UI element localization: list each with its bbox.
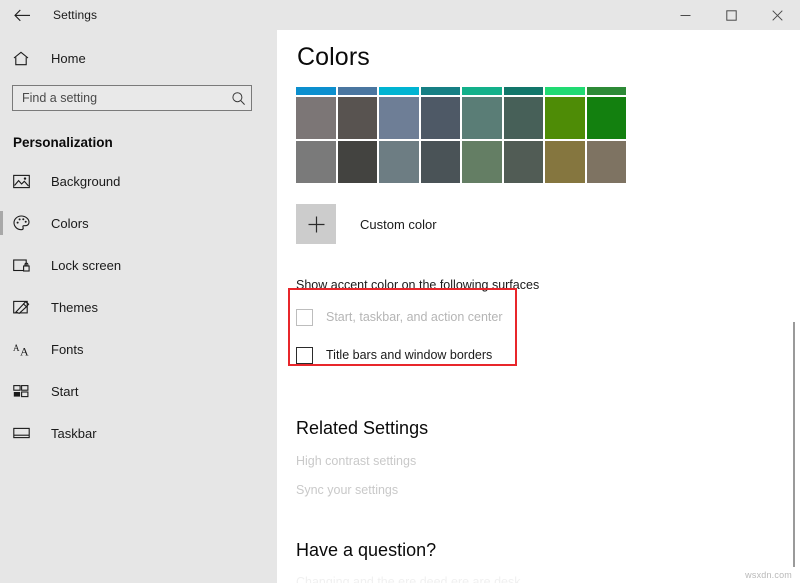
sidebar-item-label: Themes xyxy=(51,300,98,315)
surfaces-label: Show accent color on the following surfa… xyxy=(296,278,800,292)
have-a-question-text: Changing and the ere deed ere are desk xyxy=(296,575,800,583)
sidebar-item-start[interactable]: Start xyxy=(0,378,277,404)
svg-text:A: A xyxy=(13,343,20,353)
sidebar-item-label: Lock screen xyxy=(51,258,121,273)
page-title: Colors xyxy=(297,43,800,72)
sidebar-item-fonts[interactable]: A A Fonts xyxy=(0,336,277,362)
svg-text:A: A xyxy=(20,344,29,357)
sidebar-item-label: Fonts xyxy=(51,342,84,357)
maximize-icon xyxy=(726,10,737,21)
accent-swatch-4[interactable] xyxy=(462,141,502,183)
close-icon xyxy=(772,10,783,21)
maximize-button[interactable] xyxy=(708,0,754,30)
checkbox-start-taskbar xyxy=(296,309,313,326)
accent-strip-swatch-3[interactable] xyxy=(421,87,461,95)
accent-strip-swatch-6[interactable] xyxy=(545,87,585,95)
search-box[interactable] xyxy=(12,85,252,111)
accent-strip-swatch-7[interactable] xyxy=(587,87,627,95)
search-icon[interactable] xyxy=(225,91,251,106)
main-panel: Colors Custom color Show accent color on… xyxy=(277,30,800,583)
window-controls xyxy=(662,0,800,30)
accent-swatch-3[interactable] xyxy=(421,141,461,183)
font-icon: A A xyxy=(13,342,35,357)
accent-swatch-0[interactable] xyxy=(296,141,336,183)
accent-swatch-7[interactable] xyxy=(587,97,627,139)
palette-icon xyxy=(13,215,35,231)
checkbox-title-bars[interactable] xyxy=(296,347,313,364)
accent-swatch-5[interactable] xyxy=(504,141,544,183)
accent-color-grid xyxy=(296,87,626,183)
sidebar-item-taskbar[interactable]: Taskbar xyxy=(0,420,277,446)
sidebar-item-background[interactable]: Background xyxy=(0,168,277,194)
custom-color-label: Custom color xyxy=(360,217,437,232)
checkbox-label: Start, taskbar, and action center xyxy=(326,310,503,324)
sidebar-item-colors[interactable]: Colors xyxy=(0,210,277,236)
accent-swatch-7[interactable] xyxy=(587,141,627,183)
image-icon xyxy=(13,174,35,189)
sidebar-item-label: Start xyxy=(51,384,78,399)
checkbox-label: Title bars and window borders xyxy=(326,348,492,362)
related-link-sync-settings[interactable]: Sync your settings xyxy=(296,483,800,497)
have-a-question-title: Have a question? xyxy=(296,540,800,561)
accent-strip-swatch-5[interactable] xyxy=(504,87,544,95)
accent-swatch-0[interactable] xyxy=(296,97,336,139)
accent-swatch-2[interactable] xyxy=(379,141,419,183)
custom-color-button[interactable] xyxy=(296,204,336,244)
close-button[interactable] xyxy=(754,0,800,30)
accent-swatch-6[interactable] xyxy=(545,97,585,139)
accent-swatch-3[interactable] xyxy=(421,97,461,139)
sidebar-item-label: Background xyxy=(51,174,120,189)
accent-strip-swatch-4[interactable] xyxy=(462,87,502,95)
accent-strip-swatch-1[interactable] xyxy=(338,87,378,95)
accent-swatch-2[interactable] xyxy=(379,97,419,139)
back-arrow-icon xyxy=(14,9,31,22)
checkbox-row-start-taskbar: Start, taskbar, and action center xyxy=(296,306,800,328)
sidebar: Home Personalization xyxy=(0,30,277,583)
sidebar-item-lock-screen[interactable]: Lock screen xyxy=(0,252,277,278)
lock-screen-icon xyxy=(13,258,35,273)
accent-swatch-4[interactable] xyxy=(462,97,502,139)
surfaces-checkbox-group: Start, taskbar, and action center Title … xyxy=(296,306,800,366)
watermark: wsxdn.com xyxy=(745,570,792,580)
accent-swatch-row-1 xyxy=(296,97,626,139)
accent-swatch-row-2 xyxy=(296,141,626,183)
settings-window: Settings xyxy=(0,0,800,583)
sidebar-item-label: Colors xyxy=(51,216,89,231)
sidebar-section-title: Personalization xyxy=(0,135,277,150)
checkbox-row-title-bars[interactable]: Title bars and window borders xyxy=(296,344,800,366)
related-link-high-contrast[interactable]: High contrast settings xyxy=(296,454,800,468)
accent-swatch-1[interactable] xyxy=(338,141,378,183)
brush-icon xyxy=(13,300,35,315)
window-title: Settings xyxy=(53,8,97,22)
home-label: Home xyxy=(51,51,86,66)
plus-icon xyxy=(307,215,326,234)
sidebar-item-themes[interactable]: Themes xyxy=(0,294,277,320)
minimize-button[interactable] xyxy=(662,0,708,30)
scrollbar[interactable] xyxy=(788,30,800,583)
accent-strip-swatch-2[interactable] xyxy=(379,87,419,95)
start-tiles-icon xyxy=(13,384,35,399)
sidebar-item-home[interactable]: Home xyxy=(0,45,277,71)
search-input[interactable] xyxy=(13,87,225,109)
scrollbar-thumb[interactable] xyxy=(793,322,795,567)
title-bar-left: Settings xyxy=(0,0,97,30)
back-button[interactable] xyxy=(0,0,44,30)
home-icon xyxy=(13,51,35,66)
accent-color-strip xyxy=(296,87,626,95)
accent-swatch-1[interactable] xyxy=(338,97,378,139)
sidebar-nav: Background Colors xyxy=(0,168,277,446)
accent-swatch-5[interactable] xyxy=(504,97,544,139)
custom-color-row[interactable]: Custom color xyxy=(296,204,800,244)
minimize-icon xyxy=(680,10,691,21)
accent-strip-swatch-0[interactable] xyxy=(296,87,336,95)
title-bar: Settings xyxy=(0,0,800,30)
related-settings-title: Related Settings xyxy=(296,418,800,439)
accent-swatch-6[interactable] xyxy=(545,141,585,183)
taskbar-icon xyxy=(13,426,35,440)
sidebar-item-label: Taskbar xyxy=(51,426,97,441)
